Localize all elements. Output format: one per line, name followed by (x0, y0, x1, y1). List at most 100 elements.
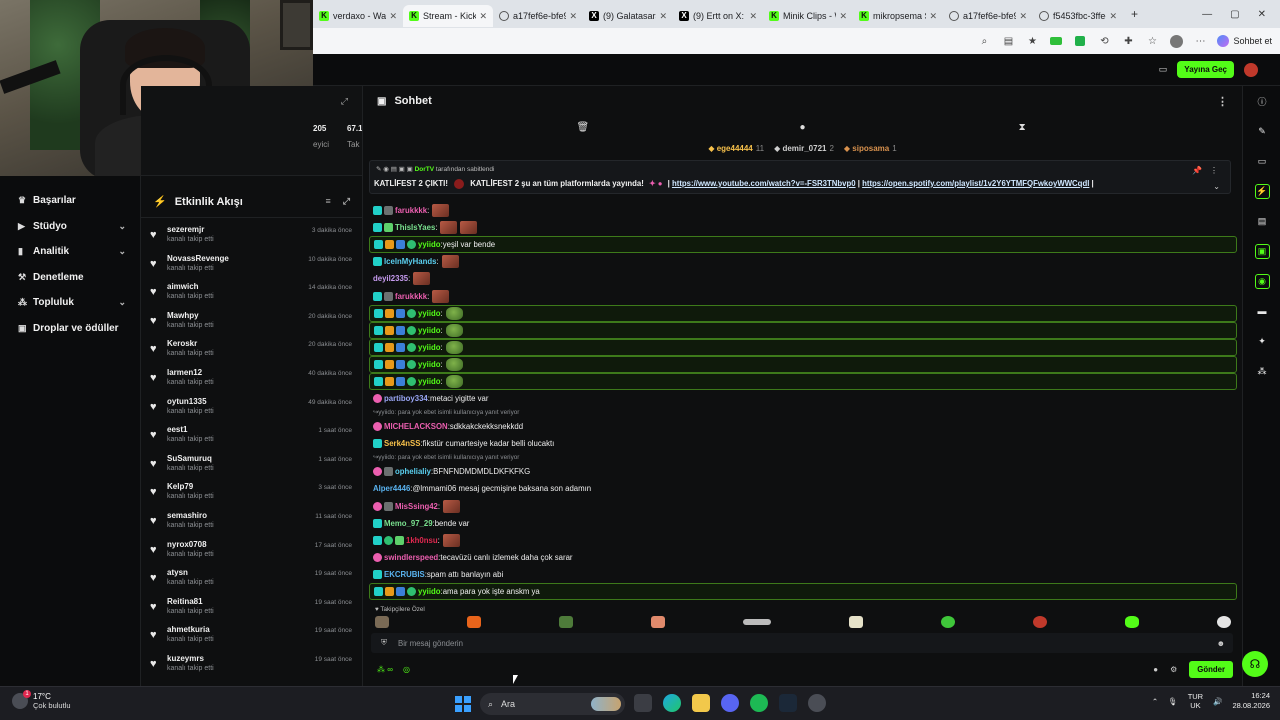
trash-icon[interactable]: 🗑 (576, 122, 590, 133)
browser-tab[interactable]: a17fef6e-bfe9 ✕ (493, 5, 583, 27)
tab-close-icon[interactable]: ✕ (479, 11, 487, 22)
tray-chevron-icon[interactable]: ⌃ (1152, 697, 1158, 706)
language-indicator[interactable]: TUR UK (1188, 692, 1203, 710)
tab-close-icon[interactable]: ✕ (659, 11, 667, 22)
activity-user[interactable]: semashiro (167, 511, 207, 520)
extension-green2-icon[interactable] (1073, 34, 1087, 48)
new-tab-button[interactable]: + (1131, 7, 1138, 21)
chat-username[interactable]: EKCRUBIS (384, 570, 425, 579)
tab-close-icon[interactable]: ✕ (1019, 11, 1027, 22)
extension-icon[interactable]: ⟲ (1097, 34, 1111, 48)
activity-user[interactable]: Reitina81 (167, 597, 203, 606)
emote-4[interactable] (651, 616, 665, 628)
tab-close-icon[interactable]: ✕ (749, 11, 757, 22)
emoji-icon[interactable]: ☻ (1217, 639, 1225, 648)
speaker-icon[interactable]: 🔊 (1213, 697, 1222, 706)
expand-icon[interactable]: ⤢ (343, 196, 350, 207)
tab-close-icon[interactable]: ✕ (1109, 11, 1117, 22)
tab-close-icon[interactable]: ✕ (929, 11, 937, 22)
pinned-link-youtube[interactable]: https://www.youtube.com/watch?v=-FSR3TNb… (672, 179, 856, 188)
pin-icon[interactable]: 📌 (1192, 166, 1202, 175)
pinned-by-user[interactable]: DorTV (415, 166, 435, 173)
chat-username[interactable]: yyiido (418, 309, 441, 318)
chevron-down-icon[interactable]: ⌄ (118, 246, 126, 257)
weather-widget[interactable]: 17°C Çok bulutlu (12, 690, 71, 710)
steam-icon[interactable] (779, 694, 797, 712)
chat-username[interactable]: MICHELACKSON (384, 422, 448, 431)
activity-user[interactable]: SuSamuruq (167, 454, 212, 463)
sidebar-item-0[interactable]: ♛ Başarılar (0, 188, 140, 214)
chat-bubble-icon[interactable]: ● (1153, 665, 1158, 674)
wrench-icon[interactable]: ✦ (1243, 326, 1280, 356)
file-explorer-icon[interactable] (692, 694, 710, 712)
puzzle-icon[interactable]: ✚ (1121, 34, 1135, 48)
emote-car[interactable] (743, 619, 771, 625)
activity-user[interactable]: NovassRevenge (167, 254, 229, 263)
chevron-down-icon[interactable]: ⌄ (118, 221, 126, 232)
emote-9[interactable] (1125, 616, 1139, 628)
favorites-icon[interactable]: ☆ (1145, 34, 1159, 48)
close-icon[interactable]: ✕ (1258, 9, 1266, 20)
gifter-item[interactable]: ◆ demir_0721 2 (774, 144, 834, 153)
gifter-item[interactable]: ◆ ege44444 11 (708, 144, 764, 153)
spotify-icon[interactable] (750, 694, 768, 712)
target-rail-icon[interactable]: ◉ (1243, 266, 1280, 296)
mic-icon[interactable]: 🎙 (1168, 697, 1178, 706)
emote-6[interactable] (849, 616, 863, 628)
profile-icon[interactable] (1169, 34, 1183, 48)
points-icon[interactable]: ⁂ ∞ (377, 665, 393, 674)
send-button[interactable]: Gönder (1189, 660, 1233, 678)
chat-username[interactable]: 1kh0nsu (406, 536, 438, 545)
go-live-button[interactable]: Yayına Geç (1177, 61, 1234, 78)
chat-username[interactable]: deyil2335 (373, 274, 408, 283)
info-icon[interactable]: ⓘ (1243, 86, 1280, 116)
hourglass-icon[interactable]: ⧗ (1015, 122, 1029, 133)
chat-username[interactable]: Memo_97_29 (384, 519, 433, 528)
browser-tab[interactable]: Kmikropsema St✕ (853, 5, 943, 27)
chat-username[interactable]: IcelnMyHands (384, 257, 436, 266)
edge-icon[interactable] (663, 694, 681, 712)
browser-tab[interactable]: K Stream - Kick D✕ (403, 5, 493, 27)
chat-username[interactable]: swindlerspeed (384, 553, 438, 562)
sidebar-item-4[interactable]: ⁂ Topluluk ⌄ (0, 290, 140, 316)
doc-icon[interactable]: ▤ (1243, 206, 1280, 236)
maximize-icon[interactable]: ▢ (1230, 9, 1239, 20)
camera-icon[interactable]: ▭ (1243, 146, 1280, 176)
chat-username[interactable]: yyiido (418, 360, 441, 369)
timer-icon[interactable]: ◎ (403, 665, 410, 674)
pinned-link-spotify[interactable]: https://open.spotify.com/playlist/1v2Y6Y… (862, 179, 1089, 188)
emote-7[interactable] (941, 616, 955, 628)
emote-10[interactable] (1217, 616, 1231, 628)
edit-icon[interactable]: ✎ (1243, 116, 1280, 146)
chat-bubble-rail-icon[interactable]: ▬ (1243, 296, 1280, 326)
chat-username[interactable]: yyiido (418, 587, 441, 596)
chat-username[interactable]: ophelialiy (395, 467, 431, 476)
tab-close-icon[interactable]: ✕ (569, 11, 577, 22)
extension-green-icon[interactable] (1049, 34, 1063, 48)
sidebar-item-3[interactable]: ⚒ Denetleme (0, 265, 140, 291)
pinned-menu-icon[interactable]: ⋮ (1210, 166, 1218, 175)
browser-tab[interactable]: X (9) Galatasaray✕ (583, 5, 673, 27)
users-icon[interactable]: ⁂ (1243, 356, 1280, 386)
activity-user[interactable]: atysn (167, 568, 188, 577)
help-button[interactable]: ☊ (1242, 651, 1268, 677)
bolt-rail-icon[interactable]: ⚡ (1243, 176, 1280, 206)
chat-username[interactable]: yyiido (418, 377, 441, 386)
minimize-icon[interactable]: — (1202, 9, 1212, 20)
activity-user[interactable]: ahmetkuria (167, 625, 210, 634)
copilot-button[interactable]: Sohbet et (1217, 35, 1272, 47)
expand-icon[interactable]: ⤢ (341, 96, 348, 107)
activity-user[interactable]: Mawhpy (167, 311, 199, 320)
activity-user[interactable]: eest1 (167, 425, 187, 434)
clock[interactable]: 16:24 28.08.2026 (1232, 691, 1270, 711)
chat-username[interactable]: MisSsing42 (395, 502, 438, 511)
activity-user[interactable]: sezeremjr (167, 225, 204, 234)
task-view-icon[interactable] (634, 694, 652, 712)
chat-username[interactable]: partiboy334 (384, 394, 428, 403)
speech-bubble-icon[interactable]: ● (795, 122, 809, 133)
taskbar-search[interactable]: ⌕ Ara (480, 693, 625, 715)
app-icon[interactable] (808, 694, 826, 712)
activity-user[interactable]: Keroskr (167, 339, 197, 348)
sidebar-item-1[interactable]: ▶ Stüdyo ⌄ (0, 214, 140, 240)
chat-username[interactable]: Alper4446 (373, 484, 410, 493)
